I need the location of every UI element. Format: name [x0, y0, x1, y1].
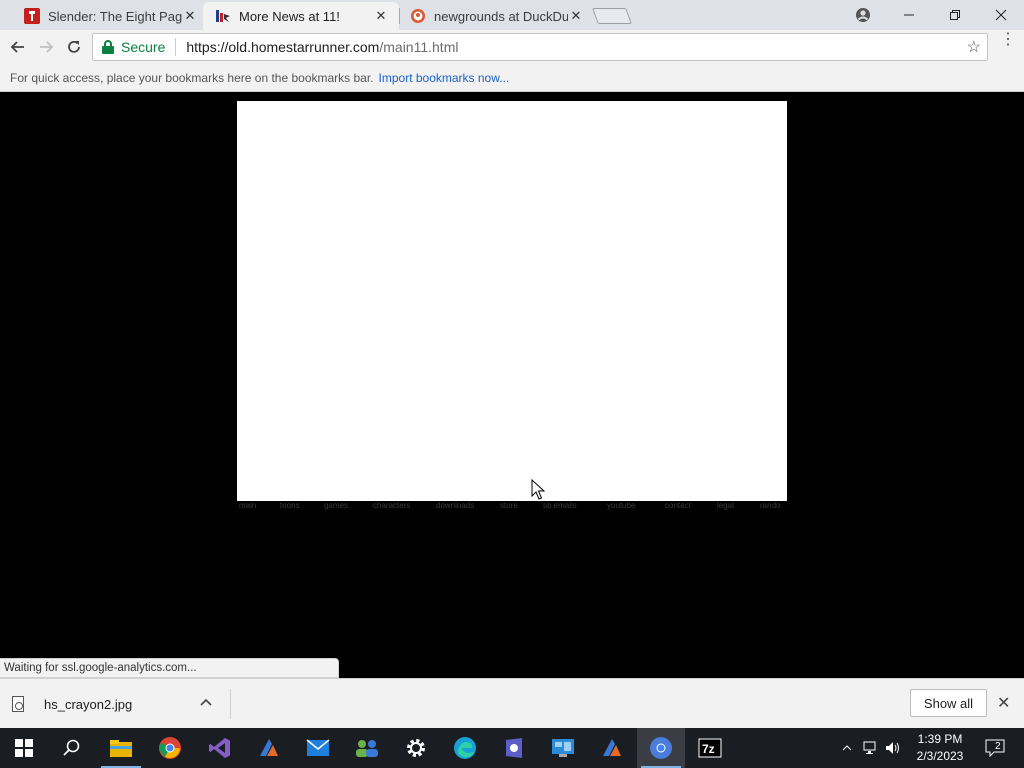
- back-icon[interactable]: [6, 35, 30, 59]
- footer-link-downloads[interactable]: downloads: [436, 501, 474, 510]
- tab-duckduckgo[interactable]: newgrounds at DuckDuck ✕: [398, 2, 594, 30]
- lock-icon: [102, 40, 114, 54]
- visual-studio-icon[interactable]: [196, 728, 244, 768]
- 7zip-icon[interactable]: 7z: [686, 728, 734, 768]
- secure-label: Secure: [121, 39, 166, 55]
- footer-link-games[interactable]: games: [324, 501, 348, 510]
- profile-icon[interactable]: [840, 0, 886, 30]
- duckduckgo-icon: [410, 8, 426, 24]
- footer-link-characters[interactable]: characters: [373, 501, 410, 510]
- forward-icon[interactable]: [34, 35, 58, 59]
- taskbar: 7z 1:39 PM 2/3/2023 2: [0, 728, 1024, 768]
- footer-link-sb-emails[interactable]: sb emails: [543, 501, 577, 510]
- footer-nav: main toons games characters downloads st…: [237, 501, 787, 515]
- tab-strip: Slender: The Eight Pages ✕ More News at …: [0, 0, 1024, 30]
- tab-close-icon[interactable]: ✕: [568, 8, 584, 24]
- chrome-icon[interactable]: [637, 728, 685, 768]
- tab-title: Slender: The Eight Pages: [48, 8, 182, 24]
- svg-text:7z: 7z: [702, 742, 715, 756]
- footer-link-store[interactable]: store: [500, 501, 518, 510]
- tab-more-news[interactable]: More News at 11! ✕: [203, 2, 399, 30]
- footer-link-legal[interactable]: legal: [717, 501, 734, 510]
- bookmarks-bar: For quick access, place your bookmarks h…: [0, 64, 1024, 92]
- clock-time: 1:39 PM: [917, 732, 963, 746]
- clock-date: 2/3/2023: [916, 749, 964, 763]
- edge-icon[interactable]: [441, 728, 489, 768]
- close-shelf-icon[interactable]: ✕: [997, 693, 1010, 713]
- download-shelf: hs_crayon2.jpg Show all ✕: [0, 678, 1024, 728]
- file-explorer-icon[interactable]: [97, 728, 145, 768]
- start-icon[interactable]: [0, 728, 48, 768]
- status-bubble: Waiting for ssl.google-analytics.com...: [0, 658, 339, 678]
- footer-link-rando[interactable]: rando: [760, 501, 780, 510]
- url-path: /main11.html: [379, 39, 459, 55]
- url-text: https://old.homestarrunner.com/main11.ht…: [186, 39, 458, 55]
- homestarrunner-icon: [215, 8, 231, 24]
- footer-link-contact[interactable]: contact: [665, 501, 691, 510]
- tab-close-icon[interactable]: ✕: [182, 8, 198, 24]
- chrome-icon[interactable]: [146, 728, 194, 768]
- app-icon[interactable]: [245, 728, 293, 768]
- browser-toolbar: Secure https://old.homestarrunner.com/ma…: [0, 30, 1024, 64]
- control-panel-icon[interactable]: [539, 728, 587, 768]
- red-wrench-icon: [24, 8, 40, 24]
- system-clock[interactable]: 1:39 PM 2/3/2023: [905, 731, 975, 765]
- mail-icon[interactable]: [294, 728, 342, 768]
- import-bookmarks-link[interactable]: Import bookmarks now...: [379, 71, 510, 85]
- chevron-up-icon[interactable]: [200, 694, 212, 709]
- settings-icon[interactable]: [392, 728, 440, 768]
- show-all-button[interactable]: Show all: [910, 689, 987, 717]
- network-icon[interactable]: [860, 728, 882, 768]
- app-icon[interactable]: [490, 728, 538, 768]
- url-host: https://old.homestarrunner.com: [186, 39, 380, 55]
- volume-icon[interactable]: [882, 728, 904, 768]
- minimize-icon[interactable]: [886, 0, 932, 30]
- app-icon[interactable]: [588, 728, 636, 768]
- action-center-icon[interactable]: 2: [980, 728, 1010, 768]
- footer-link-toons[interactable]: toons: [280, 501, 300, 510]
- shelf-divider: [230, 689, 231, 719]
- flash-content-area[interactable]: [237, 101, 787, 501]
- bookmark-star-icon[interactable]: ☆: [967, 37, 981, 57]
- footer-link-main[interactable]: main: [239, 501, 256, 510]
- image-file-icon: [12, 696, 24, 712]
- people-icon[interactable]: [343, 728, 391, 768]
- mouse-cursor-icon: [531, 478, 546, 506]
- address-bar[interactable]: Secure https://old.homestarrunner.com/ma…: [92, 33, 988, 61]
- download-filename: hs_crayon2.jpg: [44, 696, 133, 712]
- screen: Slender: The Eight Pages ✕ More News at …: [0, 0, 1024, 768]
- chevron-up-icon[interactable]: [838, 728, 856, 768]
- new-tab-icon[interactable]: [592, 8, 632, 24]
- reload-icon[interactable]: [62, 35, 86, 59]
- bookmarks-message: For quick access, place your bookmarks h…: [10, 70, 374, 85]
- tab-close-icon[interactable]: ✕: [373, 8, 389, 24]
- menu-icon[interactable]: ⋮: [1000, 32, 1016, 48]
- tab-title: More News at 11!: [239, 8, 340, 24]
- page-content: main toons games characters downloads st…: [0, 93, 1024, 678]
- notification-count: 2: [995, 741, 1001, 752]
- restore-icon[interactable]: [932, 0, 978, 30]
- tab-slender[interactable]: Slender: The Eight Pages ✕: [12, 2, 208, 30]
- url-divider: [175, 38, 177, 56]
- search-icon[interactable]: [48, 728, 96, 768]
- close-icon[interactable]: [978, 0, 1024, 30]
- download-item[interactable]: hs_crayon2.jpg: [12, 690, 132, 718]
- footer-link-youtube[interactable]: youtube: [607, 501, 635, 510]
- tab-title: newgrounds at DuckDuck: [434, 8, 568, 24]
